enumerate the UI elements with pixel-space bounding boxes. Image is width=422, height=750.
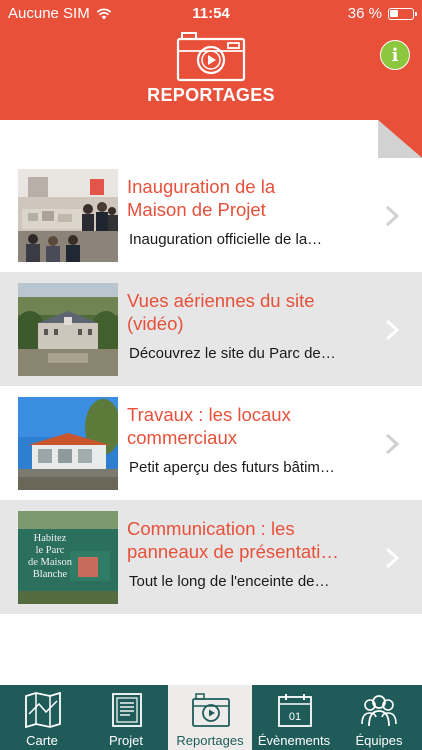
- document-icon: [112, 693, 142, 727]
- reportage-description: Découvrez le site du Parc de…: [129, 345, 336, 362]
- tab-label: Projet: [109, 733, 143, 748]
- list-item[interactable]: Inauguration de la Maison de Projet Inau…: [0, 158, 422, 272]
- thumb-sign-text: Blanche: [33, 569, 68, 580]
- tab-evenements[interactable]: 01 Évènements: [252, 685, 336, 750]
- reportage-title: Travaux : les locaux commerciaux: [127, 403, 375, 449]
- camera-play-icon: [192, 693, 230, 727]
- calendar-icon: 01: [278, 694, 312, 727]
- tab-label: Équipes: [355, 733, 403, 748]
- tab-carte[interactable]: Carte: [0, 685, 84, 750]
- thumb-sign-text: de Maison: [28, 557, 73, 568]
- reportage-list: Inauguration de la Maison de Projet Inau…: [0, 158, 422, 614]
- list-item[interactable]: Travaux : les locaux commerciaux Petit a…: [0, 386, 422, 500]
- reportage-thumbnail: Habitez le Parc de Maison Blanche: [18, 511, 118, 604]
- map-icon: [25, 692, 61, 728]
- calendar-day: 01: [289, 711, 301, 723]
- tab-label: Évènements: [257, 733, 331, 748]
- chevron-right-icon: [385, 433, 400, 455]
- reportage-title-line1: Travaux : les locaux: [127, 404, 291, 425]
- info-button[interactable]: i: [380, 40, 410, 70]
- status-bar: Aucune SIM 11:54 36 %: [0, 0, 422, 28]
- reportage-title-line1: Vues aériennes du site: [127, 290, 315, 311]
- thumb-sign-text: Habitez: [34, 533, 67, 544]
- tab-label: Carte: [26, 733, 58, 748]
- battery-percent: 36 %: [347, 5, 382, 22]
- tab-label: Reportages: [176, 733, 244, 748]
- thumb-sign-text: le Parc: [36, 545, 65, 556]
- tab-bar: Carte Projet Reportages 01 Évènements Éq…: [0, 685, 422, 750]
- reportage-description: Petit aperçu des futurs bâtim…: [129, 459, 335, 476]
- list-item[interactable]: Vues aériennes du site (vidéo) Découvrez…: [0, 272, 422, 386]
- reportage-title-line2: (vidéo): [127, 313, 184, 334]
- list-item[interactable]: Habitez le Parc de Maison Blanche Commun…: [0, 500, 422, 614]
- page-title: REPORTAGES: [147, 85, 275, 105]
- reportage-description: Inauguration officielle de la…: [129, 231, 323, 248]
- page-corner-fold: [378, 120, 422, 158]
- reportage-title: Vues aériennes du site (vidéo): [127, 289, 375, 335]
- reportage-title: Inauguration de la Maison de Projet: [127, 175, 375, 221]
- people-icon: [361, 695, 397, 727]
- app-header: Aucune SIM 11:54 36 % REPORTAGES i: [0, 0, 422, 120]
- reportage-description: Tout le long de l'enceinte de…: [129, 573, 330, 590]
- reportage-title-line2: panneaux de présentati…: [127, 541, 339, 562]
- reportage-title-line2: Maison de Projet: [127, 199, 266, 220]
- tab-equipes[interactable]: Équipes: [336, 685, 422, 750]
- reportage-title: Communication : les panneaux de présenta…: [127, 517, 375, 563]
- status-right: 36 %: [347, 5, 417, 22]
- reportage-thumbnail: [18, 169, 118, 262]
- tab-reportages[interactable]: Reportages: [168, 685, 252, 750]
- chevron-right-icon: [385, 547, 400, 569]
- battery-icon: [388, 7, 417, 20]
- reportage-title-line1: Inauguration de la: [127, 176, 276, 197]
- reportage-thumbnail: [18, 397, 118, 490]
- tab-projet[interactable]: Projet: [84, 685, 168, 750]
- camera-play-icon: [176, 32, 246, 82]
- chevron-right-icon: [385, 319, 400, 341]
- chevron-right-icon: [385, 205, 400, 227]
- battery-level: [390, 9, 398, 17]
- reportage-title-line2: commerciaux: [127, 427, 237, 448]
- reportage-thumbnail: [18, 283, 118, 376]
- reportage-title-line1: Communication : les: [127, 518, 295, 539]
